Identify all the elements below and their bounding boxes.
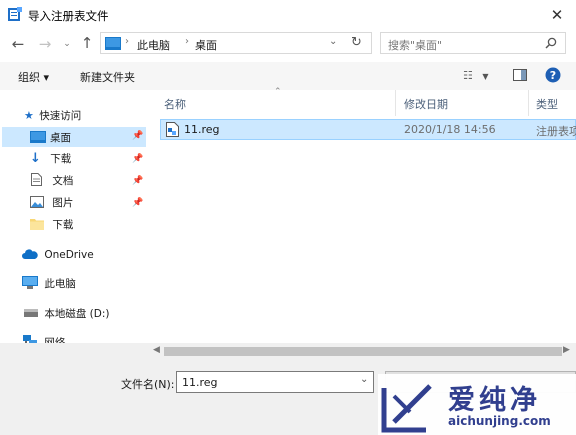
refresh-button[interactable]: ↻ xyxy=(351,35,362,50)
column-divider[interactable] xyxy=(528,90,529,116)
drive-icon xyxy=(24,309,38,317)
breadcrumb-separator: › xyxy=(125,36,129,47)
sidebar-onedrive[interactable]: OneDrive xyxy=(22,245,94,265)
pictures-icon xyxy=(30,196,44,208)
sidebar-item-pictures[interactable]: 图片 xyxy=(30,193,73,213)
watermark-brand: 爱纯净 xyxy=(448,385,541,416)
sidebar-label: 快速访问 xyxy=(39,110,82,122)
scroll-left-arrow[interactable]: ◀ xyxy=(153,345,160,355)
sidebar-item-desktop[interactable]: 桌面 📌 xyxy=(2,127,146,147)
command-bar: 组织 ▾ 新建文件夹 ☷ ▼ ? xyxy=(0,62,576,90)
sidebar-item-label: 下载 xyxy=(52,219,74,231)
filename-field[interactable]: 11.reg ⌄ xyxy=(176,371,374,393)
new-folder-button[interactable]: 新建文件夹 xyxy=(80,69,135,85)
sidebar-label: OneDrive xyxy=(44,249,94,261)
file-modified: 2020/1/18 14:56 xyxy=(404,123,496,136)
view-options-button[interactable]: ☷ ▼ xyxy=(463,69,489,82)
cloud-icon xyxy=(22,249,38,259)
scrollbar-thumb[interactable] xyxy=(164,347,562,356)
sort-ascending-icon: ⌃ xyxy=(274,87,282,97)
sidebar-item-downloads[interactable]: ↓ 下载 xyxy=(30,149,71,169)
pin-icon: 📌 xyxy=(132,198,144,208)
desktop-icon xyxy=(30,131,46,143)
preview-pane-button[interactable] xyxy=(513,69,527,81)
window-title: 导入注册表文件 xyxy=(28,9,109,23)
horizontal-scrollbar[interactable]: ◀ ▶ xyxy=(148,343,576,360)
organize-button[interactable]: 组织 ▾ xyxy=(18,69,49,85)
pin-icon: 📌 xyxy=(132,154,144,164)
scroll-right-arrow[interactable]: ▶ xyxy=(563,345,570,355)
arrow-right-icon: → xyxy=(38,35,52,53)
chevron-down-icon: ⌄ xyxy=(329,36,338,47)
filename-value: 11.reg xyxy=(182,376,218,389)
document-icon xyxy=(31,173,42,186)
up-button[interactable]: ↑ xyxy=(79,35,95,51)
forward-button[interactable]: → xyxy=(37,36,53,52)
breadcrumb-desktop[interactable]: 桌面 xyxy=(195,37,217,53)
breadcrumb-separator: › xyxy=(185,36,189,47)
column-header-type[interactable]: 类型 xyxy=(536,96,558,112)
sidebar-item-label: 文档 xyxy=(52,175,74,187)
watermark-logo xyxy=(381,384,432,433)
breadcrumb-this-pc[interactable]: 此电脑 xyxy=(137,37,170,53)
folder-icon xyxy=(30,219,44,230)
sidebar-label: 本地磁盘 (D:) xyxy=(44,308,110,320)
column-divider[interactable] xyxy=(395,90,396,116)
title-bar: 导入注册表文件 ✕ xyxy=(0,0,576,30)
arrow-up-icon: ↑ xyxy=(80,34,94,52)
chevron-down-icon[interactable]: ⌄ xyxy=(360,374,368,385)
pin-icon: 📌 xyxy=(132,131,144,141)
sidebar-item-label: 桌面 xyxy=(50,132,71,144)
download-arrow-icon: ↓ xyxy=(30,151,41,166)
registry-file-icon xyxy=(166,122,179,137)
address-bar[interactable]: › 此电脑 › 桌面 ⌄ ↻ xyxy=(100,32,372,54)
search-box[interactable]: 搜索"桌面" xyxy=(380,32,566,54)
sidebar-this-pc[interactable]: 此电脑 xyxy=(22,274,76,294)
help-button[interactable]: ? xyxy=(545,67,561,83)
nav-pane-scroll-area xyxy=(0,343,148,360)
recent-locations-button[interactable]: ⌄ xyxy=(61,36,73,52)
refresh-icon: ↻ xyxy=(351,35,362,50)
watermark: 爱纯净 aichunjing.com xyxy=(378,374,576,435)
sidebar-item-downloads-folder[interactable]: 下载 xyxy=(30,215,73,235)
sidebar-local-disk[interactable]: 本地磁盘 (D:) xyxy=(24,304,110,324)
close-button[interactable]: ✕ xyxy=(546,6,568,24)
column-header-name[interactable]: 名称 xyxy=(164,96,186,112)
pin-icon: 📌 xyxy=(132,176,144,186)
chevron-down-icon: ▼ xyxy=(482,72,489,81)
sidebar-item-label: 图片 xyxy=(52,197,74,209)
sidebar-item-documents[interactable]: 文档 xyxy=(31,171,73,191)
chevron-down-icon: ⌄ xyxy=(63,39,71,49)
file-row[interactable]: 11.reg 2020/1/18 14:56 注册表项 xyxy=(160,119,576,140)
svg-text:?: ? xyxy=(550,69,556,82)
search-icon xyxy=(545,37,557,49)
address-dropdown[interactable]: ⌄ xyxy=(329,36,337,47)
file-type: 注册表项 xyxy=(536,125,576,138)
computer-icon xyxy=(22,276,38,289)
search-input[interactable]: 搜索"桌面" xyxy=(388,37,442,53)
desktop-icon xyxy=(105,37,121,50)
back-button[interactable]: ← xyxy=(10,36,26,52)
sidebar-quick-access[interactable]: ★ 快速访问 xyxy=(24,106,81,126)
sidebar-item-label: 下载 xyxy=(50,153,72,165)
file-name: 11.reg xyxy=(184,123,220,136)
column-header-row: 名称 ⌃ 修改日期 类型 xyxy=(150,87,576,116)
filename-label: 文件名(N): xyxy=(121,378,175,391)
star-icon: ★ xyxy=(24,109,34,122)
regedit-icon xyxy=(8,7,22,21)
close-icon: ✕ xyxy=(550,6,564,24)
arrow-left-icon: ← xyxy=(11,35,25,53)
column-header-modified[interactable]: 修改日期 xyxy=(404,96,448,112)
details-view-icon: ☷ xyxy=(463,69,473,82)
sidebar-label: 此电脑 xyxy=(44,278,76,290)
watermark-url: aichunjing.com xyxy=(448,414,551,428)
